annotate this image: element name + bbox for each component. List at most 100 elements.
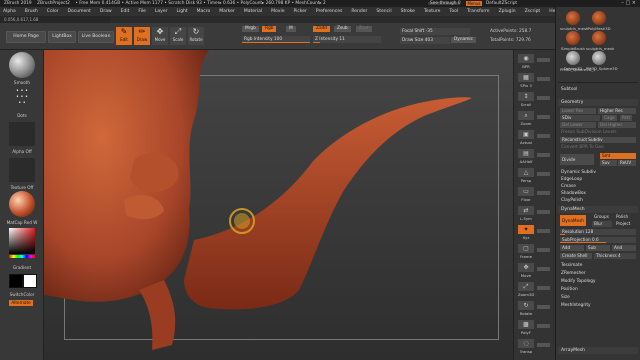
shadowbox-item[interactable]: ShadowBox: [558, 191, 638, 197]
alternate-button[interactable]: Alternate: [9, 300, 33, 306]
tessimate-item[interactable]: Tessimate: [558, 263, 638, 269]
home-page-button[interactable]: Home Page: [6, 31, 46, 43]
menu-item[interactable]: Brush: [25, 7, 38, 16]
higher-res-button[interactable]: Higher Res: [598, 108, 636, 114]
sub-button[interactable]: Sub: [586, 245, 610, 251]
tool-thumbnail[interactable]: sculptris_mesh: [586, 31, 614, 51]
dynamesh-header[interactable]: DynaMesh: [558, 206, 638, 213]
main-color-swatch[interactable]: [9, 274, 23, 288]
edgeloop-item[interactable]: EdgeLoop: [558, 177, 638, 183]
switch-color-label[interactable]: SwitchColor: [0, 292, 44, 297]
spix-3-button[interactable]: ▦ SPix 3: [518, 73, 534, 88]
menu-item[interactable]: Color: [47, 7, 59, 16]
lightbox-button[interactable]: LightBox: [48, 31, 76, 43]
menu-item[interactable]: Draw: [100, 7, 112, 16]
persp-button[interactable]: △ Persp: [518, 168, 534, 183]
resolution-slider[interactable]: Resolution 128: [560, 229, 636, 235]
menus-button[interactable]: Menus: [466, 1, 482, 6]
size-item[interactable]: Size: [558, 295, 638, 301]
zoom3d-button[interactable]: ⤢ Zoom3D: [518, 282, 534, 297]
smt-toggle[interactable]: Smt: [600, 153, 636, 159]
actual-button[interactable]: ▣ Actual: [518, 130, 534, 145]
tool-edit-button[interactable]: ✎ Edit: [116, 27, 132, 45]
close-icon[interactable]: ×: [632, 0, 636, 6]
rstr-button[interactable]: Rstr: [620, 115, 633, 121]
geometry-header[interactable]: Geometry: [558, 99, 638, 106]
menu-item[interactable]: Layer: [155, 7, 168, 16]
draw-size-slider[interactable]: Draw Size 403: [400, 37, 450, 44]
position-item[interactable]: Position: [558, 287, 638, 293]
sdiv-slider[interactable]: SDiv: [560, 115, 600, 121]
menu-item[interactable]: Stroke: [401, 7, 415, 16]
zsub-toggle[interactable]: Zsub: [334, 26, 351, 32]
project-toggle[interactable]: Project: [614, 221, 632, 227]
brush-preview-icon[interactable]: [9, 52, 35, 78]
menu-item[interactable]: Zscript: [525, 7, 541, 16]
convert-bpr-button[interactable]: Convert BPR To Geo: [558, 145, 638, 151]
menu-item[interactable]: Zplugin: [499, 7, 516, 16]
menu-item[interactable]: Document: [68, 7, 91, 16]
menu-item[interactable]: File: [138, 7, 146, 16]
tool-thumbnail[interactable]: sculptris_mesh: [560, 11, 588, 31]
create-shell-button[interactable]: Create Shell: [560, 253, 592, 259]
move-button[interactable]: ✥ Move: [518, 263, 534, 278]
secondary-color-swatch[interactable]: [23, 274, 37, 288]
rotate-button[interactable]: ↻ Rotate: [518, 301, 534, 316]
zcut-toggle[interactable]: Zcut: [356, 26, 372, 32]
suv-toggle[interactable]: Suv: [600, 160, 617, 166]
claypolish-item[interactable]: ClayPolish: [558, 198, 638, 204]
frame-button[interactable]: ▢ Frame: [518, 244, 534, 259]
transp-button[interactable]: ◌ Transp: [518, 339, 534, 354]
rgb-intensity-slider[interactable]: Rgb Intensity 100: [242, 36, 310, 43]
menu-item[interactable]: Preferences: [316, 7, 342, 16]
del-higher-button[interactable]: Del Higher: [598, 122, 636, 128]
reconstruct-subdiv-button[interactable]: Reconstruct Subdiv: [560, 137, 636, 143]
blur-slider[interactable]: Blur: [592, 221, 612, 227]
tool-move-button[interactable]: ✥ Move: [152, 27, 168, 45]
focal-shift-slider[interactable]: Focal Shift -35: [400, 28, 470, 35]
subtool-header[interactable]: Subtool: [558, 87, 638, 93]
crease-item[interactable]: Crease: [558, 184, 638, 190]
divide-button[interactable]: Divide: [560, 154, 594, 165]
menu-item[interactable]: Texture: [424, 7, 440, 16]
menu-item[interactable]: Picker: [293, 7, 306, 16]
tool-thumbnail[interactable]: PM3D_Sphere3D_1: [560, 67, 596, 72]
zremesher-item[interactable]: ZRemesher: [558, 271, 638, 277]
z-intensity-slider[interactable]: Z Intensity 11: [313, 36, 381, 43]
polyf-button[interactable]: ▩ PolyF: [518, 320, 534, 335]
menu-item[interactable]: Edit: [121, 7, 130, 16]
zoom-button[interactable]: ⌕ Zoom: [518, 111, 534, 126]
aahalf-button[interactable]: ▤ AAHalf: [518, 149, 534, 164]
scroll-button[interactable]: ↕ Scroll: [518, 92, 534, 107]
menu-item[interactable]: Movie: [271, 7, 284, 16]
l-sym-button[interactable]: ⇄ L.Sym: [518, 206, 534, 221]
tool-rotate-button[interactable]: ↻ Rotate: [188, 27, 204, 45]
freeze-subdivision-button[interactable]: Freeze SubDivision Levels: [558, 130, 638, 136]
menu-item[interactable]: Macro: [197, 7, 211, 16]
menu-item[interactable]: Material: [244, 7, 262, 16]
viewport-canvas[interactable]: [44, 50, 513, 360]
dynamic-subdiv-item[interactable]: Dynamic Subdiv: [558, 170, 638, 176]
menu-item[interactable]: Light: [176, 7, 187, 16]
cage-button[interactable]: Cage: [602, 115, 617, 121]
menu-item[interactable]: Tool: [449, 7, 458, 16]
stroke-dots-icon[interactable]: • • • • • • • •: [10, 88, 34, 110]
and-button[interactable]: And: [612, 245, 636, 251]
tool-thumbnail[interactable]: SimpleBrush: [560, 31, 586, 51]
menu-item[interactable]: Marker: [219, 7, 235, 16]
xyz-button[interactable]: ✦ Xyz: [518, 225, 534, 240]
lower-res-button[interactable]: Lower Res: [560, 108, 596, 114]
add-button[interactable]: Add: [560, 245, 584, 251]
texture-preview-icon[interactable]: [9, 158, 35, 182]
zadd-toggle[interactable]: Zadd: [313, 26, 331, 32]
polish-toggle[interactable]: Polish: [614, 214, 630, 220]
menu-item[interactable]: Render: [351, 7, 367, 16]
arraymesh-header[interactable]: ArrayMesh: [558, 347, 638, 354]
maximize-icon[interactable]: □: [625, 0, 630, 6]
floor-button[interactable]: ▭ Floor: [518, 187, 534, 202]
modify-topology-item[interactable]: Modify Topology: [558, 279, 638, 285]
alpha-preview-icon[interactable]: [9, 122, 35, 146]
meshintegrity-item[interactable]: MeshIntegrity: [558, 303, 638, 309]
reuv-toggle[interactable]: ReUV: [618, 160, 636, 166]
dynamesh-button[interactable]: DynaMesh: [560, 215, 586, 226]
